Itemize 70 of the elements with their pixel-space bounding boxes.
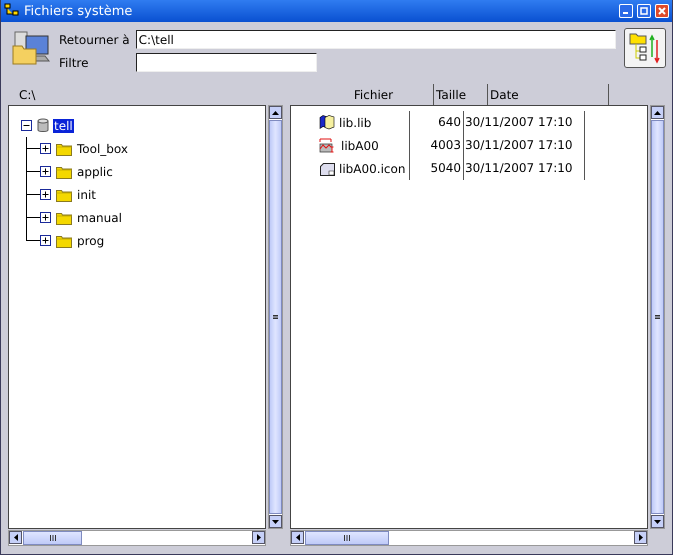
- down-triangle-icon: [272, 520, 279, 524]
- grip-icon: [273, 315, 278, 319]
- file-date: 30/11/2007 17:10: [464, 134, 585, 157]
- sort-button[interactable]: [624, 28, 666, 68]
- right-triangle-icon: [638, 534, 642, 541]
- expand-icon[interactable]: [40, 235, 51, 246]
- file-size: 640: [410, 111, 464, 134]
- scroll-thumb[interactable]: [269, 120, 282, 514]
- file-size: 5040: [410, 157, 464, 180]
- scroll-left-button[interactable]: [9, 531, 22, 544]
- right-triangle-icon: [256, 534, 260, 541]
- up-triangle-icon: [272, 110, 279, 114]
- expand-icon[interactable]: [40, 143, 51, 154]
- scroll-right-button[interactable]: [634, 531, 647, 544]
- window-title: Fichiers système: [24, 4, 134, 18]
- scroll-left-button[interactable]: [291, 531, 304, 544]
- file-name[interactable]: libA00.icon: [339, 162, 406, 176]
- field-label: Filtre: [59, 56, 90, 70]
- horizontal-scrollbar[interactable]: [8, 530, 266, 546]
- grip-icon: [655, 315, 660, 319]
- file-name[interactable]: lib.lib: [339, 116, 372, 130]
- file-name[interactable]: libA00: [341, 138, 379, 152]
- maximize-icon: [640, 7, 648, 15]
- horizontal-scrollbar[interactable]: [290, 530, 648, 546]
- vertical-scrollbar[interactable]: [268, 105, 283, 529]
- database-icon: [37, 118, 49, 133]
- close-icon: [658, 7, 666, 15]
- current-path: C:\: [18, 88, 36, 102]
- tree-item[interactable]: tell: [53, 118, 74, 132]
- maximize-button[interactable]: [637, 4, 651, 18]
- folder-icon: [56, 164, 72, 178]
- folder-icon: [56, 188, 72, 202]
- filter-field[interactable]: [136, 53, 317, 72]
- tree-item[interactable]: applic: [76, 164, 114, 178]
- down-triangle-icon: [654, 520, 661, 524]
- file-size: 4003: [410, 134, 464, 157]
- tree-item[interactable]: manual: [76, 210, 123, 224]
- grip-icon: [344, 535, 350, 541]
- tree-item[interactable]: init: [76, 188, 97, 202]
- minimize-button[interactable]: [619, 4, 633, 18]
- expand-icon[interactable]: [40, 189, 51, 200]
- document-icon: [319, 162, 335, 176]
- scroll-thumb[interactable]: [651, 120, 664, 514]
- path-field[interactable]: C:\tell: [136, 30, 616, 49]
- scroll-down-button[interactable]: [651, 515, 664, 528]
- field-label: Retourner à: [59, 32, 130, 46]
- scroll-up-button[interactable]: [269, 106, 282, 119]
- collapse-icon[interactable]: [21, 120, 32, 131]
- scroll-thumb[interactable]: [305, 531, 389, 545]
- book-icon: [319, 115, 335, 130]
- scroll-right-button[interactable]: [252, 531, 265, 544]
- left-triangle-icon: [296, 534, 300, 541]
- folder-icon: [56, 142, 72, 156]
- scroll-down-button[interactable]: [269, 515, 282, 528]
- scroll-up-button[interactable]: [651, 106, 664, 119]
- vertical-scrollbar[interactable]: [650, 105, 665, 529]
- folder-icon: [56, 234, 72, 248]
- folder-sort-icon: [628, 31, 662, 65]
- file-date: 30/11/2007 17:10: [464, 111, 585, 134]
- folder-icon: [56, 210, 72, 224]
- file-date: 30/11/2007 17:10: [464, 157, 585, 180]
- tree-item[interactable]: Tool_box: [76, 142, 129, 156]
- expand-icon[interactable]: [40, 212, 51, 223]
- tree-item[interactable]: prog: [76, 234, 106, 248]
- expand-icon[interactable]: [40, 166, 51, 177]
- scroll-thumb[interactable]: [23, 531, 82, 545]
- close-button[interactable]: [655, 4, 669, 18]
- left-triangle-icon: [14, 534, 18, 541]
- up-triangle-icon: [654, 110, 661, 114]
- grip-icon: [50, 535, 56, 541]
